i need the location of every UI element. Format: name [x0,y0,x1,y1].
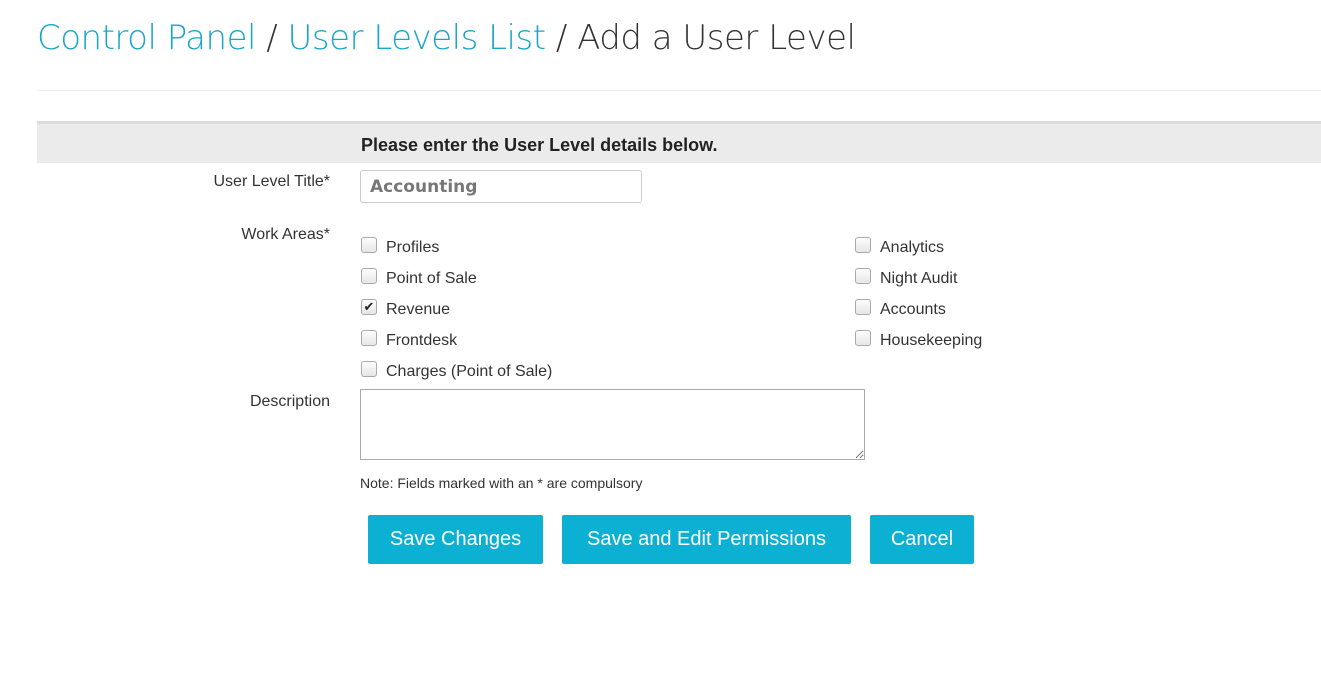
work-area-checkbox-row[interactable]: Charges (Point of Sale) [361,356,552,387]
work-area-label: Analytics [880,238,945,256]
cancel-button[interactable]: Cancel [870,515,974,564]
user-level-title-label: User Level Title* [213,173,331,190]
work-area-label: Point of Sale [386,269,477,287]
description-label: Description [249,393,330,410]
breadcrumb: Control Panel / User Levels List / Add a… [37,18,856,58]
checkbox[interactable] [361,236,377,253]
breadcrumb-separator: / [545,18,578,58]
form-header: Please enter the User Level details belo… [361,135,718,155]
checkbox[interactable] [361,360,377,377]
breadcrumb-user-levels-list[interactable]: User Levels List [288,18,547,58]
work-area-checkbox-row[interactable]: ✔ Revenue [361,294,552,325]
work-areas-label: Work Areas* [241,226,330,243]
checkbox-checked[interactable]: ✔ [361,298,377,315]
checkbox[interactable] [855,329,871,346]
work-area-checkbox-row[interactable]: Analytics [855,232,982,263]
divider [37,90,1321,91]
user-level-title-input[interactable] [360,170,642,203]
description-textarea[interactable] [360,389,865,460]
work-area-checkbox-row[interactable]: Night Audit [855,263,982,294]
save-and-edit-permissions-button[interactable]: Save and Edit Permissions [562,515,851,564]
work-area-label: Revenue [386,300,451,318]
checkbox[interactable] [361,329,377,346]
breadcrumb-separator: / [255,18,288,58]
work-area-label: Frontdesk [386,331,458,349]
work-area-label: Housekeeping [880,331,983,349]
checkbox[interactable] [855,298,871,315]
checkbox[interactable] [855,236,871,253]
work-area-label: Accounts [880,300,946,318]
checkbox[interactable] [361,267,377,284]
compulsory-note: Note: Fields marked with an * are compul… [360,475,643,491]
form-header-bar: Please enter the User Level details belo… [37,121,1321,163]
breadcrumb-control-panel[interactable]: Control Panel [37,18,256,58]
page-title: Add a User Level [577,18,856,58]
work-area-checkbox-row[interactable]: Accounts [855,294,982,325]
work-area-label: Charges (Point of Sale) [386,362,553,380]
work-area-checkbox-row[interactable]: Point of Sale [361,263,552,294]
work-area-checkbox-row[interactable]: Housekeeping [855,325,982,356]
work-area-label: Night Audit [880,269,958,287]
work-area-checkbox-row[interactable]: Frontdesk [361,325,552,356]
work-area-label: Profiles [386,238,440,256]
work-area-checkbox-row[interactable]: Profiles [361,232,552,263]
save-changes-button[interactable]: Save Changes [368,515,543,564]
checkbox[interactable] [855,267,871,284]
